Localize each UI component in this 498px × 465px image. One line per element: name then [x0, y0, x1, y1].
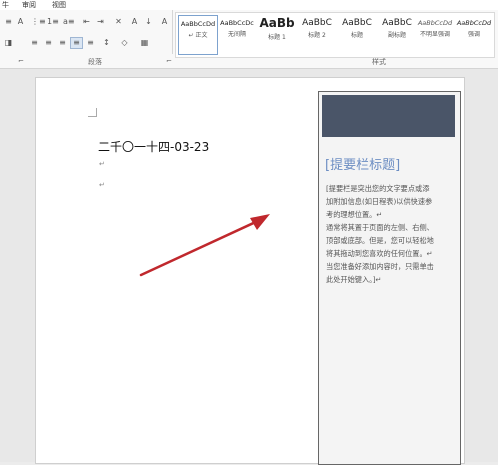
annotation-arrow [139, 214, 270, 277]
